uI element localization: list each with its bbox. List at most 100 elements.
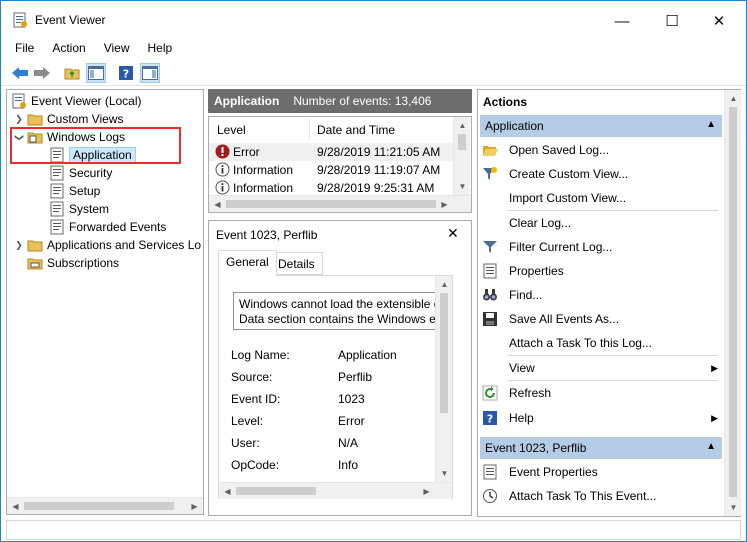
separator xyxy=(508,210,718,211)
action-import-custom-view[interactable]: Import Custom View... xyxy=(482,187,722,209)
tree-item-label: Custom Views xyxy=(47,112,124,126)
scroll-thumb[interactable] xyxy=(24,502,174,510)
event-properties-icon xyxy=(483,464,497,480)
action-label: Help xyxy=(509,411,534,425)
log-header: Application Number of events: 13,406 xyxy=(208,89,472,113)
tree-item-applications-and-services[interactable]: ❯ Applications and Services Lo xyxy=(13,236,201,254)
event-list-vertical-scrollbar[interactable]: ▲ ▼ xyxy=(453,117,470,195)
scroll-up-icon[interactable]: ▲ xyxy=(454,117,471,134)
back-button[interactable] xyxy=(10,63,30,83)
maximize-button[interactable]: ☐ xyxy=(649,7,695,35)
back-arrow-icon xyxy=(12,67,28,79)
actions-panel: Actions Application ▲ Open Saved Log... … xyxy=(477,89,741,517)
prop-label: Event ID: xyxy=(231,392,281,406)
prop-label: User: xyxy=(231,436,260,450)
action-label: Save All Events As... xyxy=(509,312,620,326)
table-row[interactable]: Error 9/28/2019 11:21:05 AM xyxy=(209,143,453,161)
action-filter-current-log[interactable]: Filter Current Log... xyxy=(482,236,722,258)
scroll-right-icon[interactable]: ▶ xyxy=(436,196,453,213)
scroll-up-icon[interactable]: ▲ xyxy=(436,276,453,293)
tree-item-custom-views[interactable]: ❯ Custom Views xyxy=(13,110,123,128)
tree-item-forwarded-events[interactable]: Forwarded Events xyxy=(49,218,166,236)
tab-details[interactable]: Details xyxy=(270,252,323,275)
action-refresh[interactable]: Refresh xyxy=(482,382,722,404)
event-list-horizontal-scrollbar[interactable]: ◀ ▶ xyxy=(209,195,471,212)
action-attach-task-to-log[interactable]: Attach a Task To this Log... xyxy=(482,332,722,354)
detail-horizontal-scrollbar[interactable]: ◀ ▶ xyxy=(219,482,452,499)
actions-section-application[interactable]: Application ▲ xyxy=(480,115,722,137)
task-clock-icon xyxy=(483,489,497,503)
event-message-box[interactable]: Windows cannot load the extensible co Da… xyxy=(233,292,439,330)
actions-section-event[interactable]: Event 1023, Perflib ▲ xyxy=(480,437,722,459)
tree-horizontal-scrollbar[interactable]: ◀ ▶ xyxy=(7,497,203,514)
action-properties[interactable]: Properties xyxy=(482,260,722,282)
action-save-all-events[interactable]: Save All Events As... xyxy=(482,308,722,330)
log-icon xyxy=(50,183,64,199)
scroll-right-icon[interactable]: ▶ xyxy=(186,498,203,515)
action-create-custom-view[interactable]: Create Custom View... xyxy=(482,163,722,185)
scroll-thumb[interactable] xyxy=(226,200,436,208)
collapse-icon[interactable]: ▲ xyxy=(706,119,716,130)
scroll-thumb[interactable] xyxy=(236,487,316,495)
help-button[interactable]: ? xyxy=(116,63,136,83)
row-level: Error xyxy=(233,145,260,159)
tab-general[interactable]: General xyxy=(218,250,277,276)
menu-action[interactable]: Action xyxy=(43,39,94,59)
action-view[interactable]: View ▶ xyxy=(482,357,722,379)
actions-vertical-scrollbar[interactable]: ▲ ▼ xyxy=(724,90,741,516)
tree-item-setup[interactable]: Setup xyxy=(49,182,100,200)
scroll-up-icon[interactable]: ▲ xyxy=(725,90,742,107)
action-clear-log[interactable]: Clear Log... xyxy=(482,212,722,234)
scroll-left-icon[interactable]: ◀ xyxy=(7,498,24,515)
menu-file[interactable]: File xyxy=(1,39,43,59)
tree-item-label: Security xyxy=(69,166,113,180)
action-attach-task-to-event[interactable]: Attach Task To This Event... xyxy=(482,485,722,507)
chevron-right-icon[interactable]: ❯ xyxy=(13,240,25,251)
scroll-right-icon[interactable]: ▶ xyxy=(418,483,435,500)
scroll-thumb[interactable] xyxy=(458,134,466,150)
table-row[interactable]: Information 9/28/2019 11:19:07 AM xyxy=(209,161,453,179)
show-hide-action-pane-button[interactable] xyxy=(140,63,160,83)
tree-item-label: Forwarded Events xyxy=(69,220,167,234)
scroll-thumb[interactable] xyxy=(440,293,448,413)
collapse-icon[interactable]: ▲ xyxy=(706,441,716,452)
tree-item-subscriptions[interactable]: Subscriptions xyxy=(27,254,119,272)
folder-icon xyxy=(27,114,43,126)
tree-item-security[interactable]: Security xyxy=(49,164,112,182)
forward-button[interactable] xyxy=(32,63,52,83)
folder-icon xyxy=(27,240,43,252)
show-hide-tree-button[interactable] xyxy=(86,63,106,83)
action-pane-icon xyxy=(142,66,158,80)
tree-item-label: Setup xyxy=(69,184,101,198)
action-open-saved-log[interactable]: Open Saved Log... xyxy=(482,139,722,161)
scroll-left-icon[interactable]: ◀ xyxy=(219,483,236,500)
detail-vertical-scrollbar[interactable]: ▲ ▼ xyxy=(435,276,452,482)
scroll-down-icon[interactable]: ▼ xyxy=(725,499,742,516)
prop-value: N/A xyxy=(338,436,359,450)
filter-icon xyxy=(483,241,497,253)
row-level: Information xyxy=(233,163,294,177)
scroll-down-icon[interactable]: ▼ xyxy=(436,465,453,482)
menu-help[interactable]: Help xyxy=(139,39,182,59)
column-level[interactable]: Level xyxy=(217,123,246,137)
scroll-thumb[interactable] xyxy=(729,107,737,497)
scroll-left-icon[interactable]: ◀ xyxy=(209,196,226,213)
scroll-down-icon[interactable]: ▼ xyxy=(454,178,471,195)
column-date-time[interactable]: Date and Time xyxy=(317,123,395,137)
prop-value: Application xyxy=(338,348,397,362)
action-help[interactable]: ? Help ▶ xyxy=(482,407,722,429)
help-icon: ? xyxy=(119,66,133,81)
action-event-properties[interactable]: Event Properties xyxy=(482,461,722,483)
action-find[interactable]: Find... xyxy=(482,284,722,306)
chevron-right-icon[interactable]: ❯ xyxy=(13,114,25,125)
minimize-button[interactable]: — xyxy=(599,7,645,35)
blank-icon xyxy=(482,360,498,376)
detail-close-button[interactable]: ✕ xyxy=(447,225,459,242)
column-divider xyxy=(309,119,310,139)
menu-view[interactable]: View xyxy=(95,39,139,59)
tree-root[interactable]: Event Viewer (Local) xyxy=(11,92,142,110)
tree-item-system[interactable]: System xyxy=(49,200,109,218)
submenu-arrow-icon: ▶ xyxy=(711,412,718,423)
close-button[interactable]: ✕ xyxy=(696,7,742,35)
up-folder-button[interactable] xyxy=(62,63,82,83)
